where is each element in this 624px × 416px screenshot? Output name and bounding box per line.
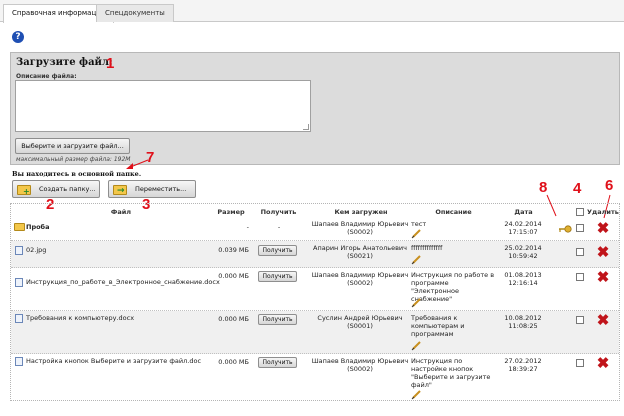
file-size: - [246,223,249,231]
upload-date: 24.02.2014 17:15:07 [504,220,542,236]
col-file: Файл [110,208,132,216]
file-size: 0.000 МБ [218,272,249,280]
row-checkbox[interactable] [576,316,584,324]
uploaded-by: Апарин Игорь Анатольевич (S0021) [313,244,407,260]
annotation-6: 6 [605,177,614,194]
file-icon [15,246,23,255]
table-row[interactable]: Инструкция_по_работе_в_Электронное_снабж… [11,268,619,311]
get-file-button[interactable]: Получить [258,314,297,325]
col-description: Описание [435,208,472,216]
col-uploaded-by: Кем загружен [334,208,388,216]
create-folder-button[interactable]: + Создать папку... [12,180,100,198]
col-get: Получить [260,208,297,216]
annotation-7: 7 [146,149,155,166]
delete-icon[interactable]: ✖ [596,270,610,285]
table-row[interactable]: Настройка кнопок Выберите и загрузите фа… [11,354,619,401]
row-checkbox[interactable] [576,248,584,256]
file-size: 0.039 МБ [218,246,249,254]
col-size: Размер [217,208,245,216]
get-file-button[interactable]: Получить [258,245,297,256]
folder-move-icon: → [113,185,127,196]
get-file-button[interactable]: Получить [258,357,297,368]
delete-icon[interactable]: ✖ [596,313,610,328]
file-get: - [277,223,281,231]
col-date: Дата [514,208,533,216]
create-folder-label: Создать папку... [39,185,96,193]
files-table: Файл Размер Получить Кем загружен Описан… [10,203,620,401]
delete-icon[interactable]: ✖ [596,221,610,236]
get-file-button[interactable]: Получить [258,271,297,282]
help-icon[interactable]: ? [12,31,24,43]
table-row[interactable]: Проба - - Шапаев Владимир Юрьевич (S0002)… [11,218,619,241]
edit-pencil-icon[interactable] [411,254,422,265]
folder-icon [14,223,25,231]
file-size: 0.000 МБ [218,358,249,366]
current-folder-text: Вы находитесь в основной папке. [12,170,142,178]
edit-pencil-icon[interactable] [411,228,422,239]
file-description: Требования к компьютерам и программам [411,314,465,338]
upload-date: 27.02.2012 18:39:27 [504,357,542,373]
row-checkbox[interactable] [576,359,584,367]
delete-icon[interactable]: ✖ [596,245,610,260]
uploaded-by: Суслин Андрей Юрьевич (S0001) [317,314,403,330]
file-description: Инструкция по настройке кнопок "Выберите и… [411,357,491,389]
upload-date: 01.08.2013 12:16:14 [504,271,542,287]
file-description: ffffffffffffff [411,244,443,252]
key-icon[interactable] [558,224,572,234]
upload-title: Загрузите файл: [16,57,113,68]
file-description: тест [411,220,427,228]
annotation-8: 8 [539,179,548,196]
move-label: Переместить... [135,185,187,193]
edit-pencil-icon[interactable] [411,389,422,400]
annotation-4: 4 [573,180,582,197]
file-icon [15,278,23,287]
row-checkbox[interactable] [576,273,584,281]
annotation-1: 1 [106,55,115,72]
col-delete: Удалить [587,208,619,216]
table-row[interactable]: 02.jpg 0.039 МБ Получить Апарин Игорь Ан… [11,241,619,268]
max-file-size-note: максимальный размер файла: 192М [16,156,131,163]
upload-date: 25.02.2014 10:59:42 [504,244,542,260]
tab-bar: Справочная информация Спецдокументы [0,0,624,23]
select-all-checkbox[interactable] [576,208,584,216]
file-icon [15,357,23,366]
table-row[interactable]: Требования к компьютеру.docx 0.000 МБ По… [11,311,619,354]
uploaded-by: Шапаев Владимир Юрьевич (S0002) [311,220,409,236]
file-description: Инструкция по работе в программе "Электро… [411,271,495,303]
file-description-label: Описание файла: [16,73,77,80]
file-description-field[interactable] [15,80,311,132]
edit-pencil-icon[interactable] [411,297,422,308]
folder-add-icon: + [17,185,31,196]
upload-date: 10.08.2012 11:08:25 [504,314,542,330]
uploaded-by: Шапаев Владимир Юрьевич (S0002) [311,271,409,287]
upload-panel: Загрузите файл: Описание файла: Выберите… [10,52,620,165]
delete-icon[interactable]: ✖ [596,356,610,371]
tab-special-docs[interactable]: Спецдокументы [96,4,174,22]
row-checkbox[interactable] [576,224,584,232]
file-icon [15,314,23,323]
move-button[interactable]: → Переместить... [108,180,196,198]
edit-pencil-icon[interactable] [411,340,422,351]
file-size: 0.000 МБ [218,315,249,323]
choose-upload-button[interactable]: Выберите и загрузите файл... [15,138,130,154]
uploaded-by: Шапаев Владимир Юрьевич (S0002) [311,357,409,373]
